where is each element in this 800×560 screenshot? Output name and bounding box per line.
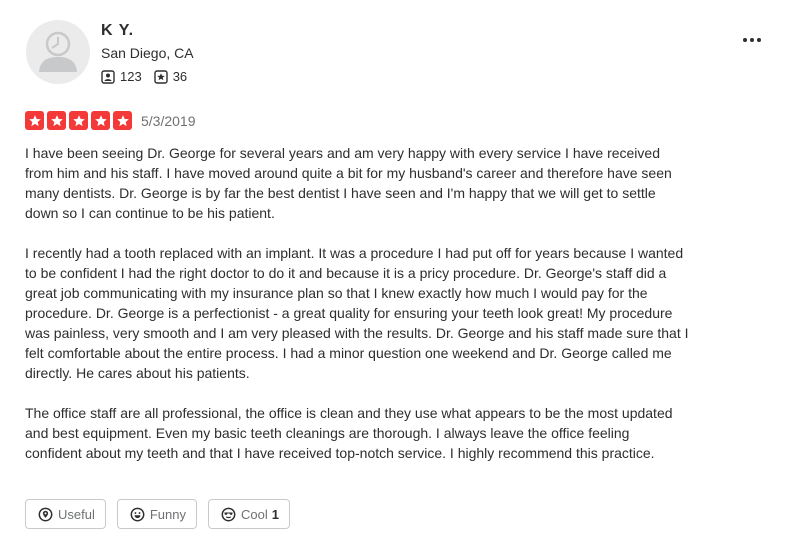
review-paragraph: The office staff are all professional, t… (25, 405, 673, 461)
avatar[interactable] (26, 20, 90, 84)
useful-icon (38, 507, 53, 521)
reaction-buttons: Useful Funny Cool 1 (25, 499, 301, 529)
reviews-stat: 36 (154, 69, 187, 84)
review-star-icon (154, 69, 168, 84)
funny-icon (130, 507, 145, 521)
star-icon (113, 111, 132, 130)
review-date: 5/3/2019 (141, 113, 196, 129)
review-paragraph: I have been seeing Dr. George for severa… (25, 145, 672, 221)
review-text: I have been seeing Dr. George for severa… (25, 143, 690, 483)
user-stats: 123 36 (101, 69, 199, 84)
cool-button[interactable]: Cool 1 (208, 499, 290, 529)
reviews-count: 36 (172, 69, 188, 84)
more-options-icon (743, 38, 761, 42)
cool-count: 1 (271, 506, 279, 522)
friends-stat: 123 (101, 69, 142, 84)
useful-label: Useful (58, 506, 95, 522)
friends-count: 123 (120, 69, 142, 84)
star-rating (25, 111, 135, 130)
star-icon (47, 111, 66, 130)
default-avatar-icon (39, 31, 77, 72)
review-paragraph: I recently had a tooth replaced with an … (25, 245, 689, 381)
funny-label: Funny (149, 506, 186, 522)
useful-button[interactable]: Useful (25, 499, 106, 529)
user-location: San Diego, CA (101, 45, 194, 61)
user-name[interactable]: K Y. (101, 22, 134, 40)
cool-label: Cool (241, 506, 268, 522)
cool-icon (221, 507, 236, 521)
star-icon (91, 111, 110, 130)
more-options-button[interactable] (740, 30, 764, 50)
friends-icon (101, 69, 115, 84)
star-icon (69, 111, 88, 130)
funny-button[interactable]: Funny (116, 499, 197, 529)
star-icon (25, 111, 44, 130)
